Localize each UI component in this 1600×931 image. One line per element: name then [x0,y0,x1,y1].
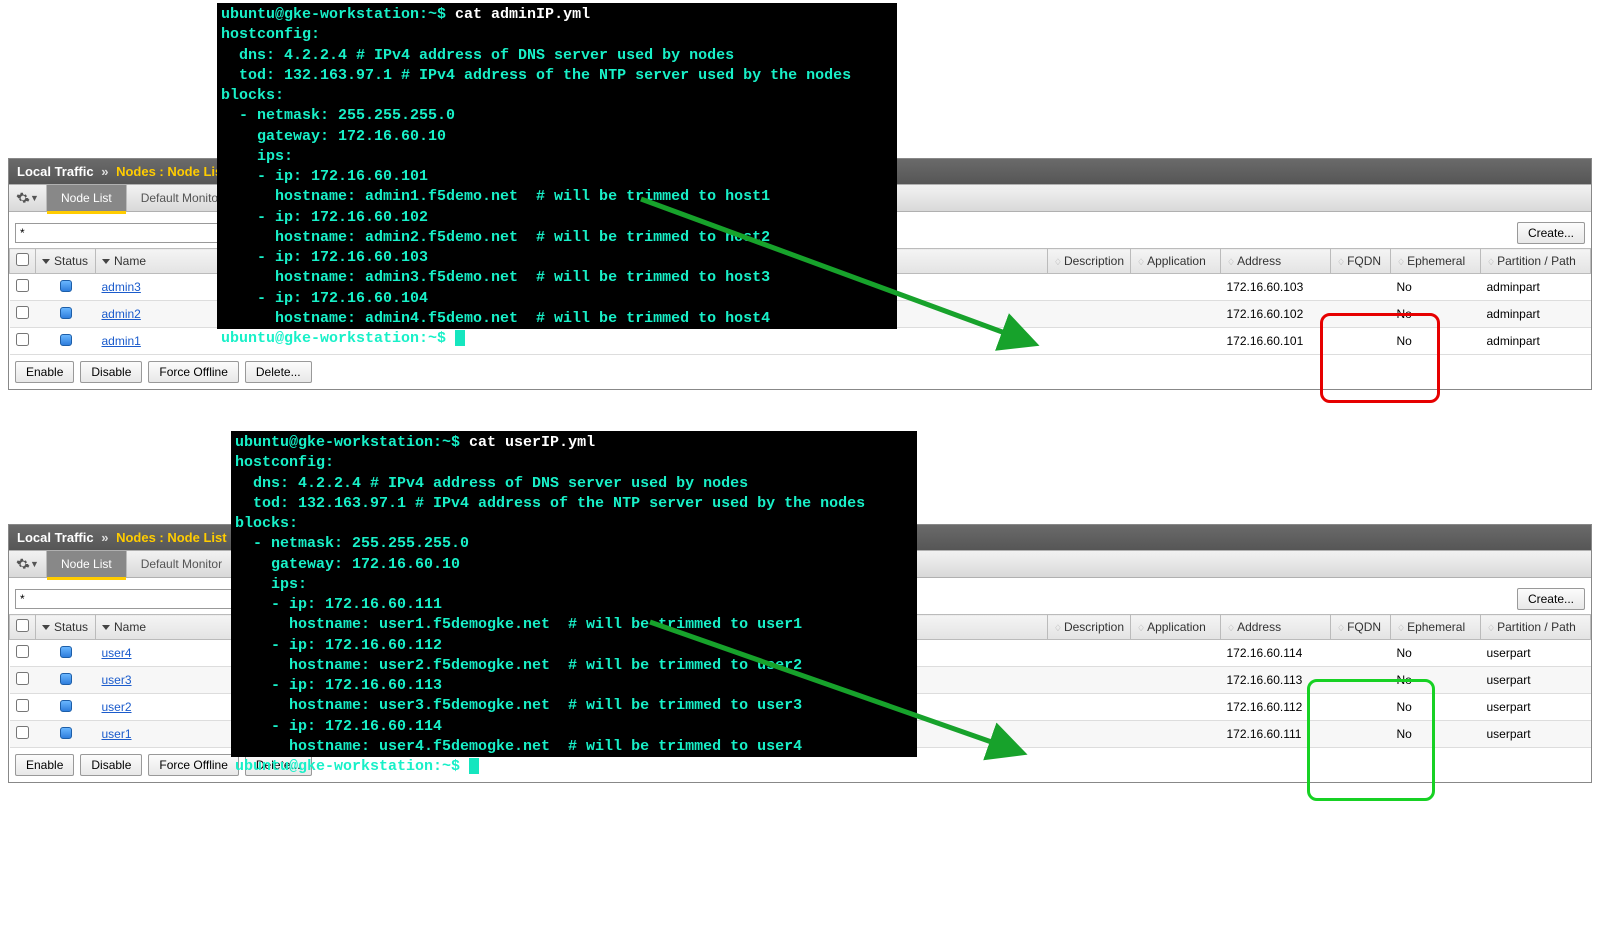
col-fqdn[interactable]: ♢FQDN [1331,615,1391,640]
chevron-down-icon [102,259,110,264]
col-application[interactable]: ♢Application [1131,249,1221,274]
tab-node-list[interactable]: Node List [47,551,127,577]
status-icon [60,646,72,658]
gear-menu-button[interactable]: ▼ [9,185,47,211]
action-row: Enable Disable Force Offline Delete... [9,355,1591,389]
row-checkbox[interactable] [16,333,29,346]
crumb-root: Local Traffic [17,530,94,545]
col-partition[interactable]: ♢Partition / Path [1481,249,1591,274]
gear-icon [16,557,30,571]
status-icon [60,673,72,685]
address-cell: 172.16.60.112 [1221,694,1331,721]
crumb-trail: Nodes : Node List [116,530,227,545]
chevron-down-icon [42,259,50,264]
col-address[interactable]: ♢Address [1221,615,1331,640]
crumb-root: Local Traffic [17,164,94,179]
crumb-sep: » [97,530,112,545]
status-icon [60,700,72,712]
node-name-link[interactable]: user1 [102,727,132,741]
status-icon [60,334,72,346]
terminal-userip: ubuntu@gke-workstation:~$ cat userIP.yml… [231,431,917,757]
select-all-checkbox[interactable] [16,619,29,632]
partition-cell: adminpart [1481,328,1591,355]
crumb-sep: » [97,164,112,179]
node-name-link[interactable]: admin3 [102,280,141,294]
ephemeral-cell: No [1391,328,1481,355]
disable-button[interactable]: Disable [80,361,142,383]
col-fqdn[interactable]: ♢FQDN [1331,249,1391,274]
node-name-link[interactable]: admin1 [102,334,141,348]
gear-menu-button[interactable]: ▼ [9,551,47,577]
chevron-down-icon [102,625,110,630]
row-checkbox[interactable] [16,306,29,319]
partition-cell: userpart [1481,721,1591,748]
col-ephemeral[interactable]: ♢Ephemeral [1391,249,1481,274]
address-cell: 172.16.60.101 [1221,328,1331,355]
address-cell: 172.16.60.111 [1221,721,1331,748]
col-ephemeral[interactable]: ♢Ephemeral [1391,615,1481,640]
node-name-link[interactable]: user2 [102,700,132,714]
enable-button[interactable]: Enable [15,361,74,383]
address-cell: 172.16.60.102 [1221,301,1331,328]
partition-cell: userpart [1481,640,1591,667]
address-cell: 172.16.60.114 [1221,640,1331,667]
ephemeral-cell: No [1391,640,1481,667]
col-partition[interactable]: ♢Partition / Path [1481,615,1591,640]
col-description[interactable]: ♢Description [1047,249,1130,274]
force-offline-button[interactable]: Force Offline [148,361,238,383]
node-name-link[interactable]: user4 [102,646,132,660]
col-status[interactable]: Status [36,615,96,640]
chevron-down-icon: ▼ [30,559,39,569]
node-name-link[interactable]: admin2 [102,307,141,321]
disable-button[interactable]: Disable [80,754,142,776]
status-icon [60,307,72,319]
address-cell: 172.16.60.113 [1221,667,1331,694]
row-checkbox[interactable] [16,279,29,292]
partition-cell: userpart [1481,694,1591,721]
ephemeral-cell: No [1391,694,1481,721]
terminal-adminip: ubuntu@gke-workstation:~$ cat adminIP.ym… [217,3,897,329]
force-offline-button[interactable]: Force Offline [148,754,238,776]
ephemeral-cell: No [1391,301,1481,328]
address-cell: 172.16.60.103 [1221,274,1331,301]
status-icon [60,727,72,739]
col-status[interactable]: Status [36,249,96,274]
enable-button[interactable]: Enable [15,754,74,776]
chevron-down-icon [42,625,50,630]
ephemeral-cell: No [1391,667,1481,694]
ephemeral-cell: No [1391,721,1481,748]
col-description[interactable]: ♢Description [1047,615,1130,640]
ephemeral-cell: No [1391,274,1481,301]
cursor-icon [469,758,479,774]
cursor-icon [455,330,465,346]
create-button[interactable]: Create... [1517,588,1585,610]
select-all-checkbox[interactable] [16,253,29,266]
partition-cell: userpart [1481,667,1591,694]
col-address[interactable]: ♢Address [1221,249,1331,274]
tab-default-monitor[interactable]: Default Monitor [127,551,237,577]
partition-cell: adminpart [1481,301,1591,328]
delete-button[interactable]: Delete... [245,361,312,383]
row-checkbox[interactable] [16,672,29,685]
row-checkbox[interactable] [16,699,29,712]
search-input[interactable] [15,223,235,243]
search-input[interactable] [15,589,235,609]
tab-node-list[interactable]: Node List [47,185,127,211]
row-checkbox[interactable] [16,645,29,658]
node-name-link[interactable]: user3 [102,673,132,687]
crumb-trail: Nodes : Node List [116,164,227,179]
col-application[interactable]: ♢Application [1131,615,1221,640]
create-button[interactable]: Create... [1517,222,1585,244]
partition-cell: adminpart [1481,274,1591,301]
status-icon [60,280,72,292]
row-checkbox[interactable] [16,726,29,739]
gear-icon [16,191,30,205]
chevron-down-icon: ▼ [30,193,39,203]
